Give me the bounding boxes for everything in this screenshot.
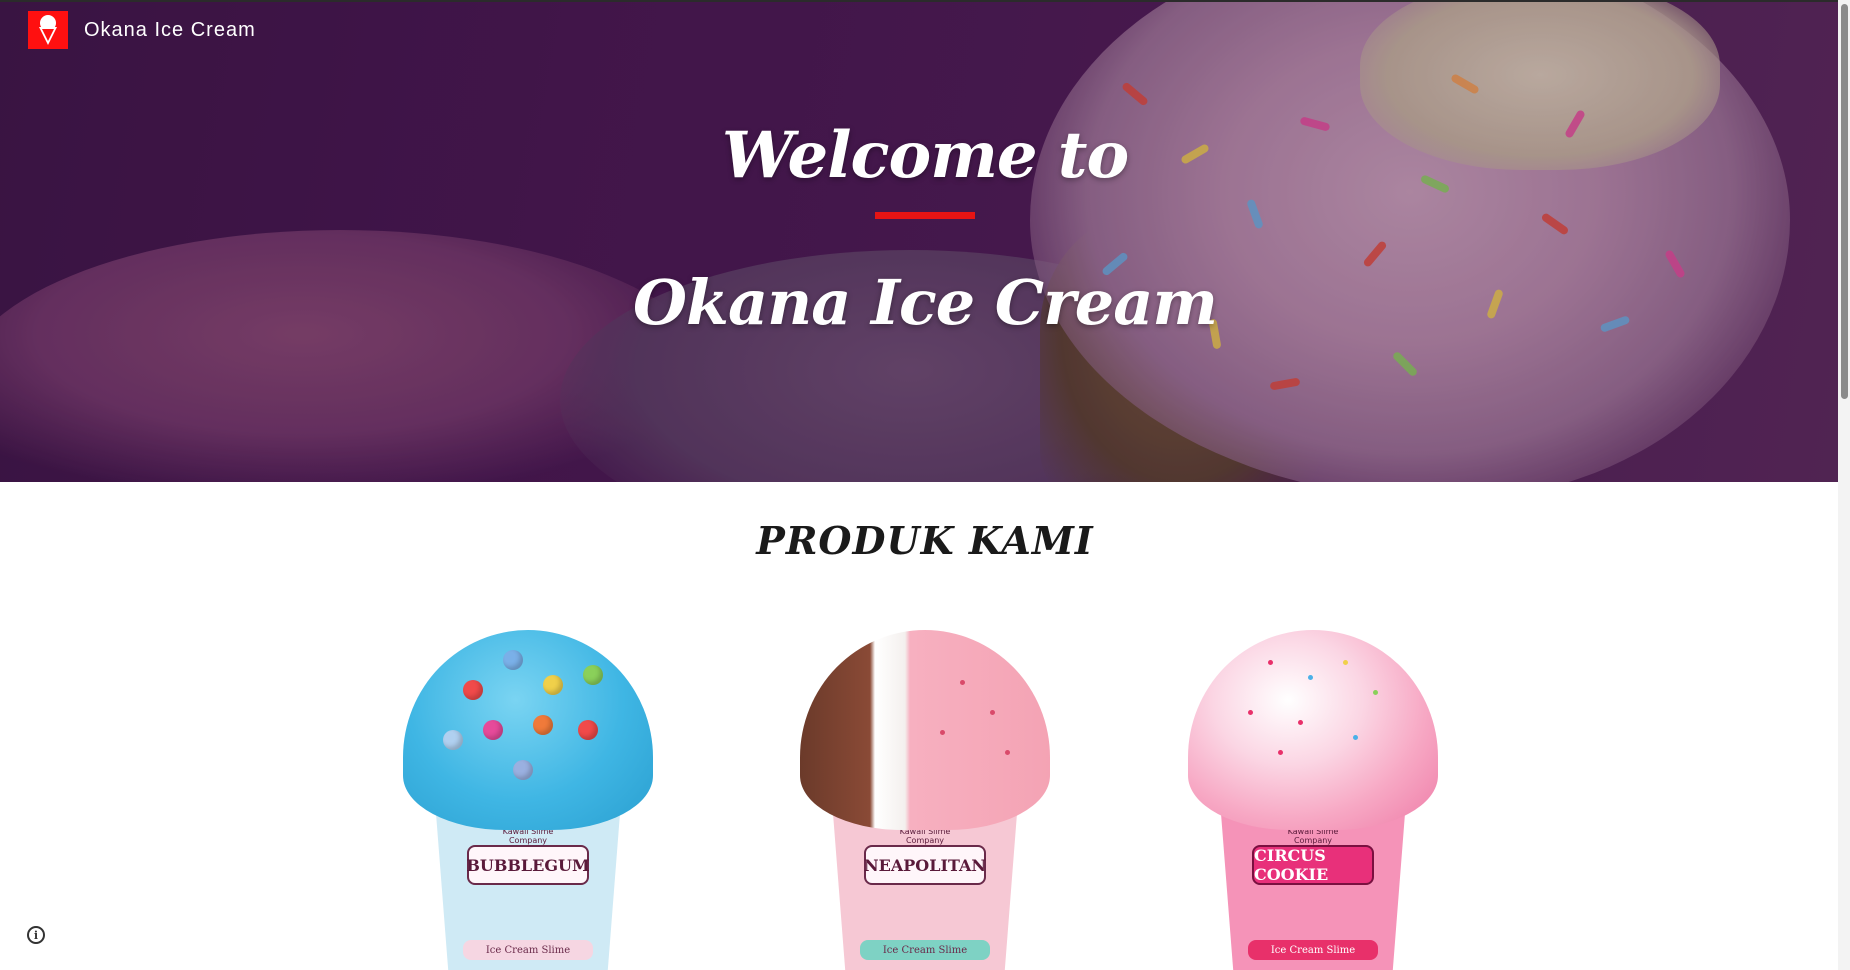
top-border <box>0 0 1850 2</box>
info-icon[interactable]: i <box>27 926 45 944</box>
sprinkle-dot <box>1298 720 1303 725</box>
hero-divider <box>875 212 975 219</box>
candy <box>513 760 533 780</box>
hero-overlay <box>0 0 1850 482</box>
candy <box>578 720 598 740</box>
page-scrollbar[interactable] <box>1838 0 1850 970</box>
sprinkle-dot <box>960 680 965 685</box>
hero-title: Okana Ice Cream <box>633 266 1218 339</box>
sprinkle-dot <box>1343 660 1348 665</box>
candy <box>503 650 523 670</box>
ice-cream-icon[interactable] <box>28 11 68 49</box>
product-label: CIRCUS COOKIE <box>1252 845 1374 885</box>
hero-banner: Okana Ice Cream Welcome to Okana Ice Cre… <box>0 0 1850 482</box>
sprinkle-dot <box>940 730 945 735</box>
candy <box>583 665 603 685</box>
sprinkle-dot <box>1278 750 1283 755</box>
navbar: Okana Ice Cream <box>28 11 256 49</box>
sprinkle-dot <box>1268 660 1273 665</box>
sprinkle-dot <box>1005 750 1010 755</box>
brand-name[interactable]: Okana Ice Cream <box>84 19 256 42</box>
product-footer-label: Ice Cream Slime <box>860 940 990 960</box>
sprinkle-dot <box>1373 690 1378 695</box>
product-footer-label: Ice Cream Slime <box>463 940 593 960</box>
product-scoop <box>800 630 1050 830</box>
sprinkle-dot <box>1353 735 1358 740</box>
product-card-neapolitan[interactable]: Kawaii Slime Company NEAPOLITAN Ice Crea… <box>790 620 1060 970</box>
hero-welcome-text: Welcome to <box>721 118 1129 193</box>
sprinkle-dot <box>1248 710 1253 715</box>
candy <box>533 715 553 735</box>
candy <box>443 730 463 750</box>
product-label: NEAPOLITAN <box>864 845 986 885</box>
scrollbar-thumb[interactable] <box>1841 4 1848 399</box>
ice-cream-icon-svg <box>39 15 57 45</box>
products-section-title: PRODUK KAMI <box>756 518 1094 563</box>
candy <box>463 680 483 700</box>
product-scoop <box>1188 630 1438 830</box>
product-card-circus-cookie[interactable]: Kawaii Slime Company CIRCUS COOKIE Ice C… <box>1178 620 1448 970</box>
candy <box>483 720 503 740</box>
candy <box>543 675 563 695</box>
product-label: BUBBLEGUM <box>466 845 590 885</box>
sprinkle-dot <box>990 710 995 715</box>
product-card-bubblegum[interactable]: Kawaii Slime Company BUBBLEGUM Ice Cream… <box>393 620 663 970</box>
product-scoop <box>403 630 653 830</box>
product-footer-label: Ice Cream Slime <box>1248 940 1378 960</box>
sprinkle-dot <box>1308 675 1313 680</box>
